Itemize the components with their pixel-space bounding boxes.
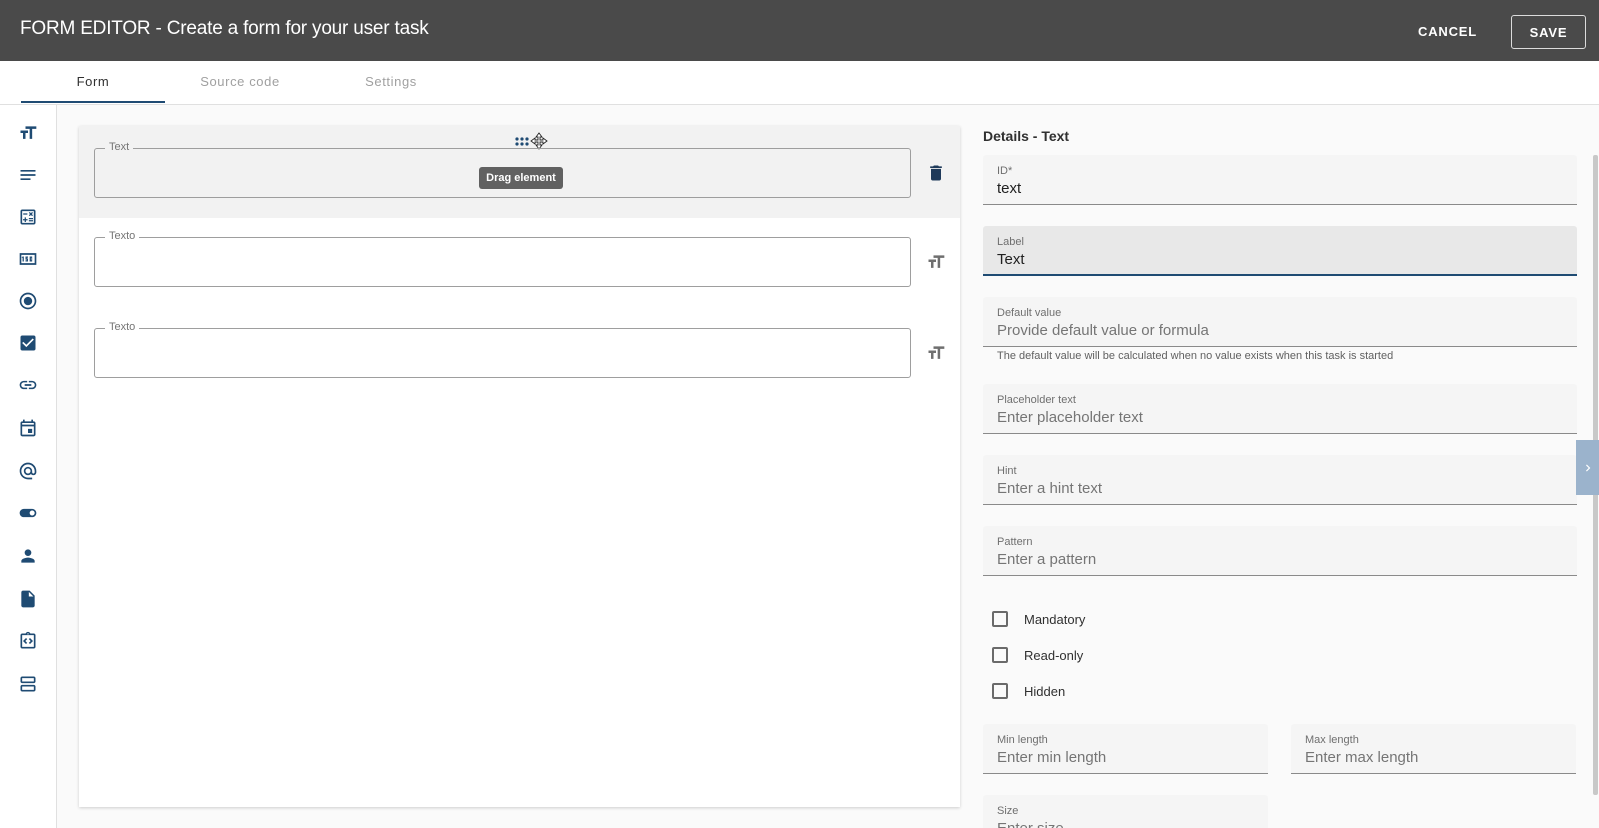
text-field-type-icon (925, 342, 947, 364)
size-field[interactable]: Size Enter size (983, 795, 1268, 828)
min-length-field[interactable]: Min length Enter min length (983, 724, 1268, 774)
default-value-label: Default value (997, 307, 1062, 319)
min-length-placeholder: Enter min length (997, 749, 1107, 766)
label-label: Label (997, 236, 1024, 248)
default-value-hint: The default value will be calculated whe… (997, 350, 1394, 362)
hint-placeholder: Enter a hint text (997, 480, 1103, 497)
form-canvas: Text Drag element Texto Texto (79, 126, 960, 807)
details-title: Details - Text (983, 128, 1070, 144)
code-icon[interactable] (16, 629, 40, 653)
chevron-right-icon (1585, 464, 1590, 471)
drag-tooltip: Drag element (479, 167, 563, 189)
field-label: Text (105, 141, 134, 153)
min-length-label: Min length (997, 734, 1048, 746)
max-length-placeholder: Enter max length (1305, 749, 1419, 766)
text-field-type-icon (925, 251, 947, 273)
label-field[interactable]: Label Text (983, 226, 1577, 276)
size-placeholder: Enter size (997, 820, 1064, 828)
hint-label: Hint (997, 465, 1017, 477)
pattern-placeholder: Enter a pattern (997, 551, 1097, 568)
hidden-checkbox[interactable]: Hidden (992, 681, 1065, 701)
read-only-checkbox[interactable]: Read-only (992, 645, 1083, 665)
email-icon[interactable] (16, 459, 40, 483)
checkbox-square-icon[interactable] (992, 647, 1008, 663)
textarea-icon[interactable] (16, 163, 40, 187)
placeholder-text-field[interactable]: Placeholder text Enter placeholder text (983, 384, 1577, 434)
hint-field[interactable]: Hint Enter a hint text (983, 455, 1577, 505)
default-value-placeholder: Provide default value or formula (997, 322, 1209, 339)
number-icon[interactable] (16, 247, 40, 271)
checkbox-icon[interactable] (16, 331, 40, 355)
placeholder-text-placeholder: Enter placeholder text (997, 409, 1143, 426)
max-length-field[interactable]: Max length Enter max length (1291, 724, 1576, 774)
toggle-icon[interactable] (16, 501, 40, 525)
tab-bar: Form Source code Settings (0, 61, 1599, 105)
expand-panel-tab[interactable] (1576, 440, 1599, 495)
radio-icon[interactable] (16, 289, 40, 313)
checkbox-square-icon[interactable] (992, 683, 1008, 699)
tab-source-code[interactable]: Source code (175, 61, 305, 105)
checkbox-square-icon[interactable] (992, 611, 1008, 627)
link-icon[interactable] (16, 373, 40, 397)
text-field-icon[interactable] (16, 121, 40, 145)
section-icon[interactable] (16, 672, 40, 696)
id-field[interactable]: ID* text (983, 155, 1577, 205)
cancel-button[interactable]: CANCEL (1418, 19, 1477, 43)
save-button[interactable]: SAVE (1511, 15, 1586, 49)
pattern-label: Pattern (997, 536, 1033, 548)
tab-form[interactable]: Form (21, 61, 165, 105)
field-label: Texto (105, 230, 140, 242)
user-icon[interactable] (16, 544, 40, 568)
max-length-label: Max length (1305, 734, 1359, 746)
hidden-label: Hidden (1024, 683, 1066, 699)
form-field-texto-2[interactable]: Texto (94, 321, 911, 378)
date-icon[interactable] (16, 416, 40, 440)
form-field-texto-1[interactable]: Texto (94, 230, 911, 287)
field-label: Texto (105, 321, 140, 333)
calculation-icon[interactable] (16, 205, 40, 229)
pattern-field[interactable]: Pattern Enter a pattern (983, 526, 1577, 576)
id-label: ID* (997, 165, 1013, 177)
default-value-field[interactable]: Default value Provide default value or f… (983, 297, 1577, 347)
read-only-label: Read-only (1024, 647, 1084, 663)
mandatory-checkbox[interactable]: Mandatory (992, 609, 1085, 629)
size-label: Size (997, 805, 1019, 817)
file-icon[interactable] (16, 587, 40, 611)
label-value: Text (997, 251, 1025, 268)
app-header: FORM EDITOR - Create a form for your use… (0, 0, 1599, 61)
selected-form-row[interactable]: Text Drag element (79, 126, 960, 218)
id-value: text (997, 180, 1022, 197)
delete-icon[interactable] (925, 162, 947, 184)
placeholder-text-label: Placeholder text (997, 394, 1076, 406)
active-tab-indicator (21, 101, 165, 103)
mandatory-label: Mandatory (1024, 611, 1086, 627)
tab-settings[interactable]: Settings (336, 61, 446, 105)
page-title: FORM EDITOR - Create a form for your use… (20, 18, 429, 39)
element-toolbar (0, 105, 57, 828)
